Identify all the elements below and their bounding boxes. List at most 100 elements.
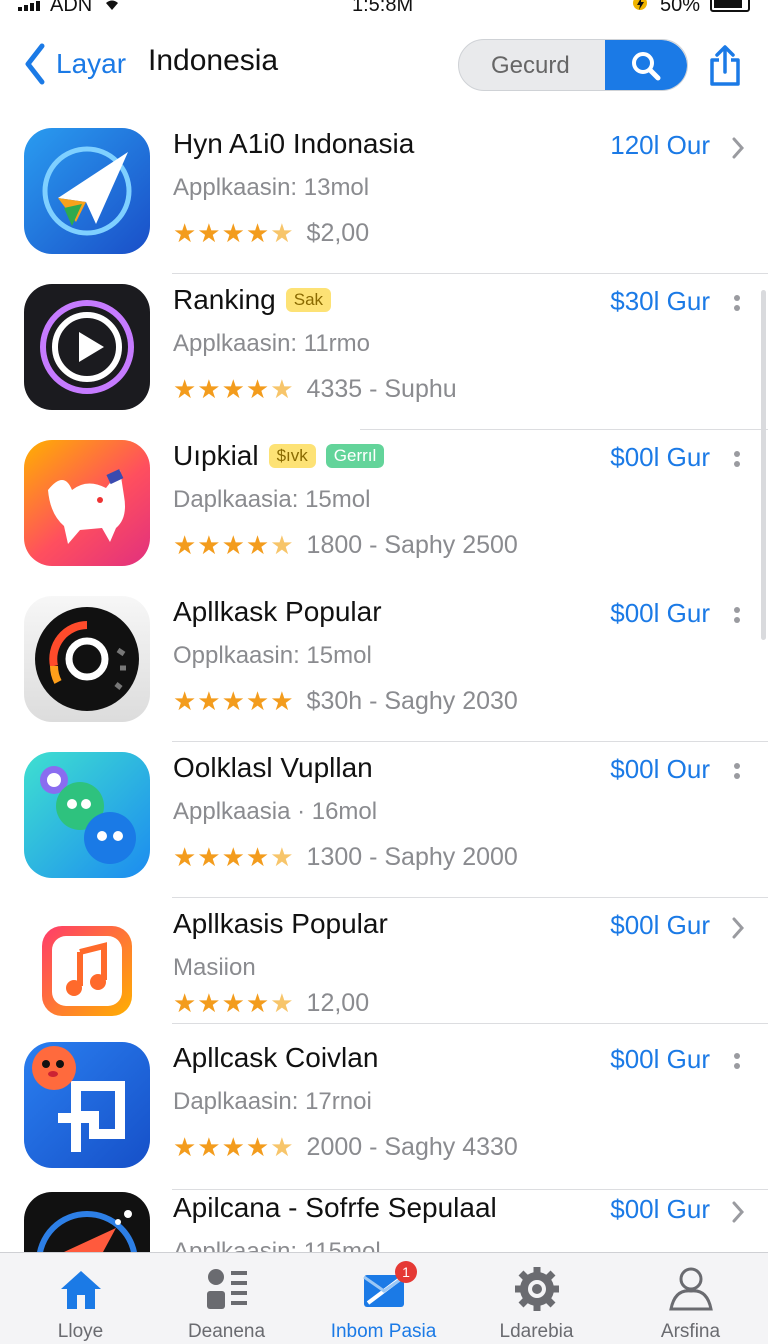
rating: ★★★★★ 1300 - Saphy 2000	[173, 842, 518, 873]
tab-label: Lloye	[57, 1321, 104, 1342]
play-icon	[24, 284, 150, 410]
categories-icon	[206, 1269, 247, 1309]
rating-text: 2000 - Saghy 4330	[306, 1133, 518, 1161]
more-options-icon[interactable]	[734, 1050, 740, 1074]
app-badge: Sak	[285, 288, 332, 312]
back-label: Layar	[56, 48, 127, 79]
tab-profile[interactable]: Arsfina	[614, 1253, 767, 1344]
status-time: 1:5:8M	[352, 0, 414, 16]
search-icon	[632, 52, 661, 81]
tab-settings[interactable]: Ldarebia	[460, 1253, 613, 1344]
rating: ★★★★★ 2000 - Saghy 4330	[173, 1132, 518, 1163]
list-item[interactable]: Ranking Sak Applkaasin: 11rmo ★★★★★ 4335 …	[0, 274, 768, 430]
rating-text: 12,00	[306, 989, 370, 1017]
person-icon	[668, 1267, 713, 1311]
price-button[interactable]: $00l Gur	[610, 1044, 710, 1075]
search-input[interactable]: Gecurd	[491, 52, 570, 80]
app-name-text: Ranking	[173, 284, 276, 315]
chevron-right-icon[interactable]	[730, 136, 746, 160]
app-name: Hyn A1i0 Indonasia	[173, 128, 415, 159]
rating-text: 1800 - Saphy 2500	[306, 531, 518, 559]
app-subtitle: Daplkaasin: 17rnoi	[173, 1088, 372, 1115]
app-badge: $ıvk	[268, 444, 316, 468]
rating-text: $30h - Saghy 2030	[306, 687, 518, 715]
more-options-icon[interactable]	[734, 448, 740, 472]
rating: ★★★★★ 4335 - Suphu	[173, 374, 457, 405]
list-item[interactable]: Apllkasis Popular Masiion ★★★★★ 12,00 $0…	[0, 898, 768, 1054]
share-icon[interactable]	[706, 44, 744, 88]
rating-text: 4335 - Suphu	[306, 375, 457, 403]
app-name: Apllkasis Popular	[173, 908, 388, 939]
more-options-icon[interactable]	[734, 760, 740, 784]
price-button[interactable]: $30l Gur	[610, 286, 710, 317]
star-rating: ★★★★★	[173, 1132, 295, 1162]
chevron-right-icon[interactable]	[730, 916, 746, 940]
rating: ★★★★★ 1800 - Saphy 2500	[173, 530, 518, 561]
chevron-left-icon	[25, 43, 45, 85]
price-button[interactable]: $00l Gur	[610, 1194, 710, 1225]
search-field[interactable]: Gecurd	[458, 39, 688, 91]
puzzle-icon	[24, 1042, 150, 1168]
back-button[interactable]: Layar	[22, 42, 126, 86]
app-subtitle: Masiion	[173, 954, 256, 981]
battery-icon	[710, 0, 750, 12]
rating: ★★★★★ $2,00	[173, 218, 369, 249]
app-subtitle: Applkaasia · 16mol	[173, 798, 378, 825]
star-rating: ★★★★★	[173, 530, 295, 560]
app-name: Apllcask Coivlan	[173, 1042, 379, 1073]
tab-bar: Lloye Deanena 1 Inbom Pasia Ldarebia Ars…	[0, 1252, 768, 1344]
tab-home[interactable]: Lloye	[4, 1253, 157, 1344]
tab-categories[interactable]: Deanena	[150, 1253, 303, 1344]
tab-label: Arsfina	[660, 1321, 721, 1342]
search-button[interactable]	[605, 40, 687, 90]
scrollbar[interactable]	[761, 290, 766, 640]
status-bar: ADN 1:5:8M 50%	[0, 0, 768, 16]
list-item[interactable]: Apllkask Popular Opplkaasin: 15mol ★★★★★…	[0, 586, 768, 742]
app-name-text: Uıpkial	[173, 440, 259, 471]
star-rating: ★★★★★	[173, 374, 295, 404]
navigation-bar: Layar Indonesia Gecurd	[0, 36, 768, 96]
tab-label: Inbom Pasia	[330, 1321, 437, 1342]
list-item[interactable]: Apllcask Coivlan Daplkaasin: 17rnoi ★★★★…	[0, 1032, 768, 1190]
app-name: Apllkask Popular	[173, 596, 382, 627]
list-item[interactable]: Oolklasl Vupllan Applkaasia · 16mol ★★★★…	[0, 742, 768, 898]
wifi-icon	[102, 0, 122, 17]
price-button[interactable]: 120l Our	[610, 130, 710, 161]
price-button[interactable]: $00l Gur	[610, 910, 710, 941]
price-button[interactable]: $00l Gur	[610, 442, 710, 473]
app-name: Apilcana - Sofrfe Sepulaal	[173, 1192, 497, 1223]
bolt-icon	[632, 0, 650, 17]
app-name: Uıpkial $ıvk Gerrıl	[173, 440, 385, 472]
star-rating: ★★★★★	[173, 218, 295, 248]
bubbles-icon	[24, 752, 150, 878]
more-options-icon[interactable]	[734, 604, 740, 628]
more-options-icon[interactable]	[734, 292, 740, 316]
cat-icon	[24, 440, 150, 566]
notification-badge: 1	[395, 1261, 417, 1283]
signal-icon	[18, 0, 40, 11]
home-icon	[60, 1271, 101, 1309]
app-subtitle: Applkaasin: 13mol	[173, 174, 370, 201]
rating: ★★★★★ 12,00	[173, 988, 369, 1019]
star-rating: ★★★★★	[173, 988, 295, 1018]
app-name: Ranking Sak	[173, 284, 332, 316]
app-subtitle: Applkaasin: 11rmo	[173, 330, 370, 357]
chevron-right-icon[interactable]	[730, 1200, 746, 1224]
disc-icon	[24, 596, 150, 722]
paper-plane-icon	[24, 128, 150, 254]
app-subtitle: Opplkaasin: 15mol	[173, 642, 372, 669]
rating-text: 1300 - Saphy 2000	[306, 843, 518, 871]
battery-percent: 50%	[659, 0, 700, 16]
list-item[interactable]: Hyn A1i0 Indonasia Applkaasin: 13mol ★★★…	[0, 118, 768, 274]
price-button[interactable]: $00l Our	[610, 754, 710, 785]
price-button[interactable]: $00l Gur	[610, 598, 710, 629]
tab-label: Deanena	[187, 1321, 266, 1342]
list-item[interactable]: Uıpkial $ıvk Gerrıl Daplkaasia: 15mol ★★★★…	[0, 430, 768, 586]
rating: ★★★★★ $30h - Saghy 2030	[173, 686, 518, 717]
divider	[172, 1023, 768, 1024]
star-rating: ★★★★★	[173, 686, 295, 716]
app-badge: Gerrıl	[325, 444, 385, 468]
tab-label: Ldarebia	[499, 1321, 574, 1342]
tab-inbox[interactable]: 1 Inbom Pasia	[307, 1253, 460, 1344]
app-name: Oolklasl Vupllan	[173, 752, 373, 783]
